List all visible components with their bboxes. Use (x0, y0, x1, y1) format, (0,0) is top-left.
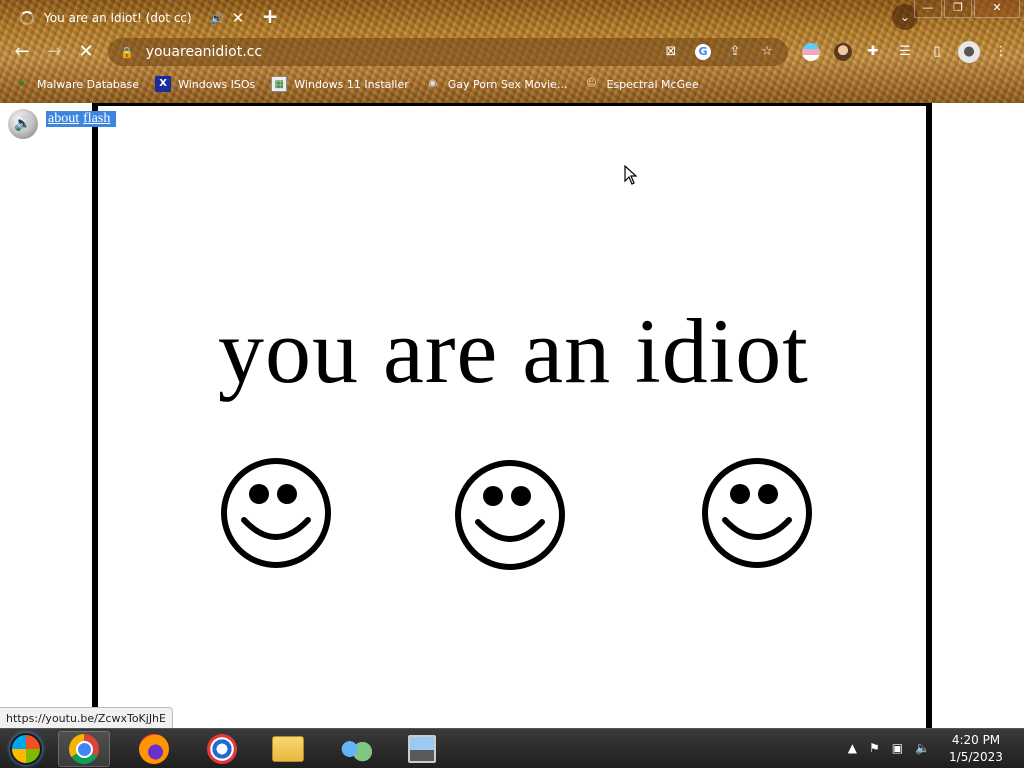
flash-links: about flash (46, 111, 117, 127)
extension-flag-icon[interactable] (802, 43, 820, 61)
folder-icon (272, 736, 304, 762)
address-bar[interactable]: 🔒 youareanidiot.cc ⊠ G ⇪ ☆ (108, 38, 788, 66)
loading-spinner-icon (20, 11, 34, 25)
restore-button[interactable]: ❐ (944, 0, 972, 18)
chrome-icon (69, 734, 99, 764)
tab-close-icon[interactable]: ✕ (228, 9, 248, 27)
mouse-cursor-icon (624, 165, 638, 185)
lock-icon[interactable]: 🔒 (120, 46, 134, 59)
smiley-face-icon (455, 460, 565, 570)
taskbar-firefox[interactable] (128, 731, 180, 767)
network-people-icon (340, 736, 372, 762)
clock-date: 1/5/2023 (949, 750, 1003, 764)
tab-audio-icon[interactable]: 🔊 (206, 12, 228, 25)
google-lens-icon[interactable]: G (692, 41, 714, 63)
minimize-button[interactable]: — (914, 0, 942, 18)
share-icon[interactable]: ⇪ (724, 41, 746, 63)
bookmark-label: Windows 11 Installer (294, 77, 409, 91)
disk-icon: ◉ (428, 78, 438, 89)
bookmark-label: Windows ISOs (178, 77, 256, 91)
extension-avatar-icon[interactable] (834, 43, 852, 61)
system-tray: ▲ ⚑ ▣ 🔈 (836, 741, 930, 755)
internet-explorer-icon (207, 734, 237, 764)
clock-time: 4:20 PM (951, 733, 1001, 747)
system-clock[interactable]: 4:20 PM 1/5/2023 (946, 732, 1006, 766)
windows-taskbar: ▲ ⚑ ▣ 🔈 4:20 PM 1/5/2023 (0, 728, 1024, 768)
bookmarks-bar: ❦ Malware Database X Windows ISOs ▦ Wind… (14, 74, 715, 94)
new-tab-button[interactable]: + (258, 5, 282, 29)
computer-installer-icon (408, 735, 436, 763)
show-hidden-icons-icon[interactable]: ▲ (848, 741, 857, 755)
taskbar-installer[interactable] (396, 731, 448, 767)
bookmark-label: Espectral McGee (606, 77, 699, 91)
bookmark-windows-11-installer[interactable]: ▦ Windows 11 Installer (271, 76, 409, 92)
action-center-flag-icon[interactable]: ⚑ (869, 741, 880, 755)
browser-tab[interactable]: You are an Idiot! (dot cc) 🔊 ✕ (8, 2, 248, 34)
headline-text: you are an idiot (218, 300, 809, 402)
tab-title: You are an Idiot! (dot cc) (44, 11, 192, 25)
leaf-icon: ❦ (17, 78, 27, 89)
x-icon: X (155, 76, 172, 92)
side-panel-icon[interactable]: ▯ (926, 41, 948, 63)
taskbar-network-app[interactable] (330, 731, 382, 767)
close-window-button[interactable]: ✕ (974, 0, 1020, 18)
stop-loading-button[interactable]: ✕ (74, 40, 98, 64)
taskbar-chrome[interactable] (58, 731, 110, 767)
speaker-icon[interactable]: 🔊 (8, 109, 38, 139)
back-button[interactable]: ← (10, 40, 34, 64)
start-button[interactable] (0, 731, 52, 767)
smiley-face-icon (702, 458, 812, 568)
taskbar-file-explorer[interactable] (262, 731, 314, 767)
bookmark-espectral-mcgee[interactable]: ☺ Espectral McGee (583, 76, 698, 92)
network-icon[interactable]: ▣ (892, 741, 903, 755)
taskbar-internet-explorer[interactable] (196, 731, 248, 767)
face-icon: ☺ (586, 78, 597, 89)
profile-avatar-icon[interactable]: ● (958, 41, 980, 63)
bookmark-malware-database[interactable]: ❦ Malware Database (14, 76, 139, 92)
window-controls: — ❐ ✕ (912, 0, 1020, 18)
address-url[interactable]: youareanidiot.cc (146, 44, 660, 60)
popup-blocked-icon[interactable]: ⊠ (660, 41, 682, 63)
bookmark-movie-site[interactable]: ◉ Gay Porn Sex Movie... (425, 76, 568, 92)
extensions-puzzle-icon[interactable]: ✚ (862, 41, 884, 63)
page-viewport: you are an idiot 🔊 about flash (0, 103, 1024, 728)
volume-icon[interactable]: 🔈 (915, 741, 930, 755)
browser-chrome: You are an Idiot! (dot cc) 🔊 ✕ + ⌄ — ❐ ✕… (0, 0, 1024, 103)
flash-link[interactable]: flash (83, 111, 110, 126)
status-bar-url: https://youtu.be/ZcwxToKjJhE (0, 707, 173, 729)
smiley-face-icon (221, 458, 331, 568)
firefox-icon (139, 734, 169, 764)
picture-icon: ▦ (271, 76, 288, 92)
content-frame: you are an idiot (92, 103, 932, 728)
about-link[interactable]: about (48, 111, 79, 126)
bookmark-label: Gay Porn Sex Movie... (447, 77, 568, 91)
menu-kebab-icon[interactable]: ⋮ (990, 41, 1012, 63)
forward-button[interactable]: → (42, 40, 66, 64)
reading-list-icon[interactable]: ☰ (894, 41, 916, 63)
windows-logo-icon (10, 733, 42, 765)
bookmark-windows-isos[interactable]: X Windows ISOs (155, 76, 255, 92)
bookmark-star-icon[interactable]: ☆ (756, 41, 778, 63)
bookmark-label: Malware Database (37, 77, 140, 91)
